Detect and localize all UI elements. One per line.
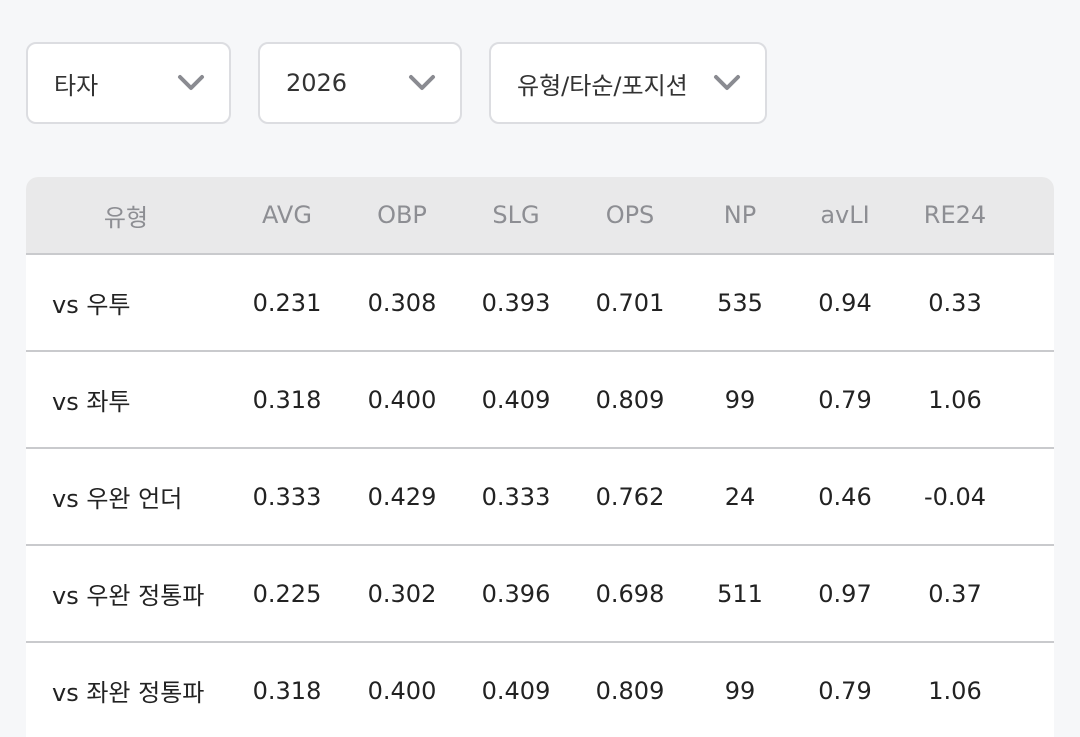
cell-re24: 0.33 [894,254,1016,352]
cell-avli: 0.46 [796,448,894,546]
filter-bar: 타자 2026 유형/타순/포지션 [26,42,767,124]
column-header-obp[interactable]: OBP [348,177,456,255]
cell-re24: 1.06 [894,351,1016,449]
table-row: vs 우완 언더 0.333 0.429 0.333 0.762 24 0.46… [26,448,1054,546]
column-header-np[interactable]: NP [684,177,796,255]
split-stats-table-scroll[interactable]: 유형 AVG OBP SLG OPS NP avLI RE24 W vs 우투 … [26,177,1054,737]
cell-slg: 0.409 [456,642,576,737]
chevron-down-icon [409,75,435,90]
cell-avli: 0.79 [796,351,894,449]
cell-type: vs 좌완 정통파 [26,642,226,737]
cell-avg: 0.231 [226,254,348,352]
cell-np: 535 [684,254,796,352]
column-header-ops[interactable]: OPS [576,177,684,255]
table-row: vs 좌완 정통파 0.318 0.400 0.409 0.809 99 0.7… [26,642,1054,737]
cell-ops: 0.762 [576,448,684,546]
cell-avg: 0.318 [226,642,348,737]
cell-np: 99 [684,642,796,737]
column-header-re24[interactable]: RE24 [894,177,1016,255]
cell-obp: 0.400 [348,642,456,737]
cell-re24: -0.04 [894,448,1016,546]
cell-avg: 0.318 [226,351,348,449]
chevron-down-icon [714,75,740,90]
cell-type: vs 우완 정통파 [26,545,226,643]
column-header-avli[interactable]: avLI [796,177,894,255]
column-header-slg[interactable]: SLG [456,177,576,255]
cell-slg: 0.333 [456,448,576,546]
cell-obp: 0.400 [348,351,456,449]
cell-obp: 0.302 [348,545,456,643]
season-select-value: 2026 [286,69,348,97]
cell-np: 99 [684,351,796,449]
cell-type: vs 우완 언더 [26,448,226,546]
cell-type: vs 우투 [26,254,226,352]
cell-np: 511 [684,545,796,643]
cell-ops: 0.809 [576,351,684,449]
cell-obp: 0.308 [348,254,456,352]
column-header-extra[interactable]: W [1016,177,1054,255]
table-row: vs 우투 0.231 0.308 0.393 0.701 535 0.94 0… [26,254,1054,352]
cell-avli: 0.97 [796,545,894,643]
cell-type: vs 좌투 [26,351,226,449]
player-type-select-value: 타자 [54,71,99,100]
cell-slg: 0.409 [456,351,576,449]
split-category-select-value: 유형/타순/포지션 [517,71,688,100]
table-row: vs 좌투 0.318 0.400 0.409 0.809 99 0.79 1.… [26,351,1054,449]
cell-ops: 0.809 [576,642,684,737]
split-category-select[interactable]: 유형/타순/포지션 [489,42,767,124]
cell-extra: - [1016,254,1054,352]
cell-avg: 0.333 [226,448,348,546]
player-type-select[interactable]: 타자 [26,42,231,124]
cell-re24: 0.37 [894,545,1016,643]
cell-extra: - [1016,448,1054,546]
cell-np: 24 [684,448,796,546]
cell-ops: 0.698 [576,545,684,643]
chevron-down-icon [178,75,204,90]
cell-extra: - [1016,545,1054,643]
cell-ops: 0.701 [576,254,684,352]
split-stats-table: 유형 AVG OBP SLG OPS NP avLI RE24 W vs 우투 … [26,177,1054,737]
season-select[interactable]: 2026 [258,42,462,124]
cell-extra: 0 [1016,642,1054,737]
cell-slg: 0.396 [456,545,576,643]
cell-avli: 0.94 [796,254,894,352]
cell-obp: 0.429 [348,448,456,546]
cell-extra: 0 [1016,351,1054,449]
column-header-avg[interactable]: AVG [226,177,348,255]
table-header-row: 유형 AVG OBP SLG OPS NP avLI RE24 W [26,177,1054,255]
cell-avli: 0.79 [796,642,894,737]
table-row: vs 우완 정통파 0.225 0.302 0.396 0.698 511 0.… [26,545,1054,643]
cell-re24: 1.06 [894,642,1016,737]
cell-avg: 0.225 [226,545,348,643]
column-header-type[interactable]: 유형 [26,177,226,255]
cell-slg: 0.393 [456,254,576,352]
